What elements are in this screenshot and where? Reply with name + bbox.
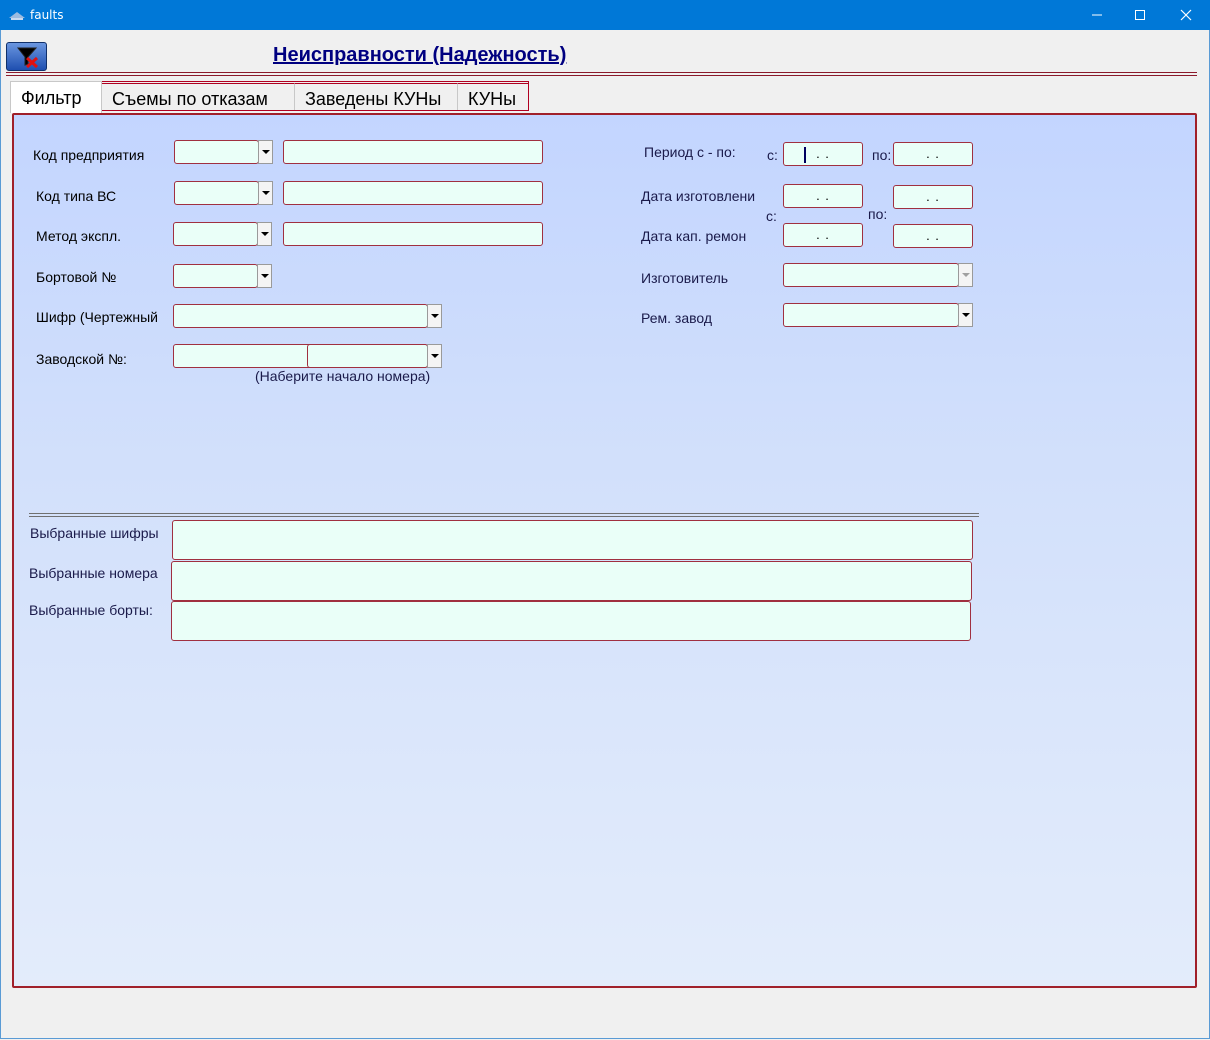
operation-method-dropdown-button[interactable] <box>257 222 272 246</box>
serial-number-hint: (Наберите начало номера) <box>255 368 431 384</box>
tab-filter[interactable]: Фильтр <box>10 81 102 113</box>
header-divider-lower <box>6 75 1197 76</box>
manufacture-date-label: Дата изготовлени <box>641 188 756 204</box>
tab-kun-entered[interactable]: Заведены КУНы <box>295 83 458 111</box>
repair-plant-combo[interactable] <box>783 303 959 327</box>
manufacturer-label: Изготовитель <box>641 270 729 286</box>
chevron-down-icon <box>260 274 269 278</box>
chevron-down-icon <box>430 354 439 358</box>
cipher-dropdown-button[interactable] <box>427 304 442 328</box>
aircraft-type-combo[interactable] <box>174 181 259 205</box>
clear-filter-button[interactable] <box>6 42 47 71</box>
tab-kun[interactable]: КУНы <box>458 83 529 111</box>
period-from-label: с: <box>767 147 778 163</box>
enterprise-code-combo[interactable] <box>174 140 259 164</box>
period-label: Период с - по: <box>644 144 736 160</box>
close-button[interactable] <box>1163 0 1209 30</box>
operation-method-combo[interactable] <box>173 222 258 246</box>
overhaul-date-label: Дата кап. ремон <box>641 228 747 244</box>
tab-label: КУНы <box>468 89 517 109</box>
overhaul-date-to[interactable]: . . <box>893 224 973 248</box>
period-from-date[interactable]: . . <box>783 142 863 166</box>
date-mask: . . <box>926 228 940 243</box>
date-mask: . . <box>816 146 830 161</box>
maximize-button[interactable] <box>1117 0 1163 30</box>
chevron-down-icon <box>261 150 270 154</box>
manufacture-date-from[interactable]: . . <box>783 184 863 208</box>
repair-plant-label: Рем. завод <box>641 310 713 326</box>
serial-number-label: Заводской №: <box>36 351 127 367</box>
page-title: Неисправности (Надежность) <box>273 44 567 66</box>
date-mask: . . <box>816 188 830 203</box>
selected-boards-label: Выбранные борты: <box>29 602 153 618</box>
header-divider <box>6 72 1197 73</box>
period-to-date[interactable]: . . <box>893 142 973 166</box>
board-number-combo[interactable] <box>173 264 258 288</box>
cipher-label: Шифр (Чертежный <box>36 309 158 325</box>
chevron-down-icon <box>261 191 270 195</box>
selected-numbers-label: Выбранные номера <box>29 565 158 581</box>
selected-boards-field[interactable] <box>171 601 971 641</box>
chevron-down-icon <box>961 273 970 277</box>
selected-numbers-field[interactable] <box>171 561 972 601</box>
aircraft-type-dropdown-button[interactable] <box>258 181 273 205</box>
close-icon <box>1180 9 1192 21</box>
serial-number-dropdown-button[interactable] <box>427 344 442 368</box>
text-caret <box>804 147 806 163</box>
period-to-label: по: <box>872 147 892 163</box>
date-mask: . . <box>926 146 940 161</box>
date-from-label: с: <box>766 208 777 224</box>
enterprise-name-field[interactable] <box>283 140 543 164</box>
board-number-dropdown-button[interactable] <box>257 264 272 288</box>
overhaul-date-from[interactable]: . . <box>783 223 863 247</box>
operation-method-label: Метод экспл. <box>36 228 121 244</box>
aircraft-type-label: Код типа ВС <box>36 188 117 204</box>
tab-label: Фильтр <box>21 88 82 108</box>
repair-plant-dropdown-button[interactable] <box>958 303 973 327</box>
enterprise-code-dropdown-button[interactable] <box>258 140 273 164</box>
operation-method-name-field[interactable] <box>283 222 543 246</box>
manufacturer-combo[interactable] <box>783 263 959 287</box>
selected-ciphers-label: Выбранные шифры <box>30 525 159 541</box>
date-to-label: по: <box>868 206 888 222</box>
chevron-down-icon <box>260 232 269 236</box>
cipher-combo[interactable] <box>173 304 428 328</box>
board-number-label: Бортовой № <box>36 269 117 285</box>
date-mask: . . <box>926 189 940 204</box>
maximize-icon <box>1135 10 1145 20</box>
date-mask: . . <box>816 227 830 242</box>
selected-ciphers-field[interactable] <box>172 520 973 560</box>
section-divider-lower <box>29 516 979 517</box>
filter-clear-icon <box>16 47 39 69</box>
tab-label: Заведены КУНы <box>305 89 442 109</box>
serial-number-list[interactable] <box>307 344 428 368</box>
window-title: faults <box>30 8 64 22</box>
window-titlebar: faults <box>0 0 1210 30</box>
chevron-down-icon <box>961 313 970 317</box>
minimize-icon <box>1092 14 1102 16</box>
manufacturer-dropdown-button[interactable] <box>958 263 973 287</box>
section-divider <box>29 513 979 514</box>
tab-label: Съемы по отказам <box>112 89 268 109</box>
chevron-down-icon <box>430 314 439 318</box>
aircraft-type-name-field[interactable] <box>283 181 543 205</box>
enterprise-code-label: Код предприятия <box>33 147 145 163</box>
manufacture-date-to[interactable]: . . <box>893 185 973 209</box>
minimize-button[interactable] <box>1074 0 1120 30</box>
app-icon <box>9 12 25 20</box>
tab-failure-removals[interactable]: Съемы по отказам <box>102 83 295 111</box>
